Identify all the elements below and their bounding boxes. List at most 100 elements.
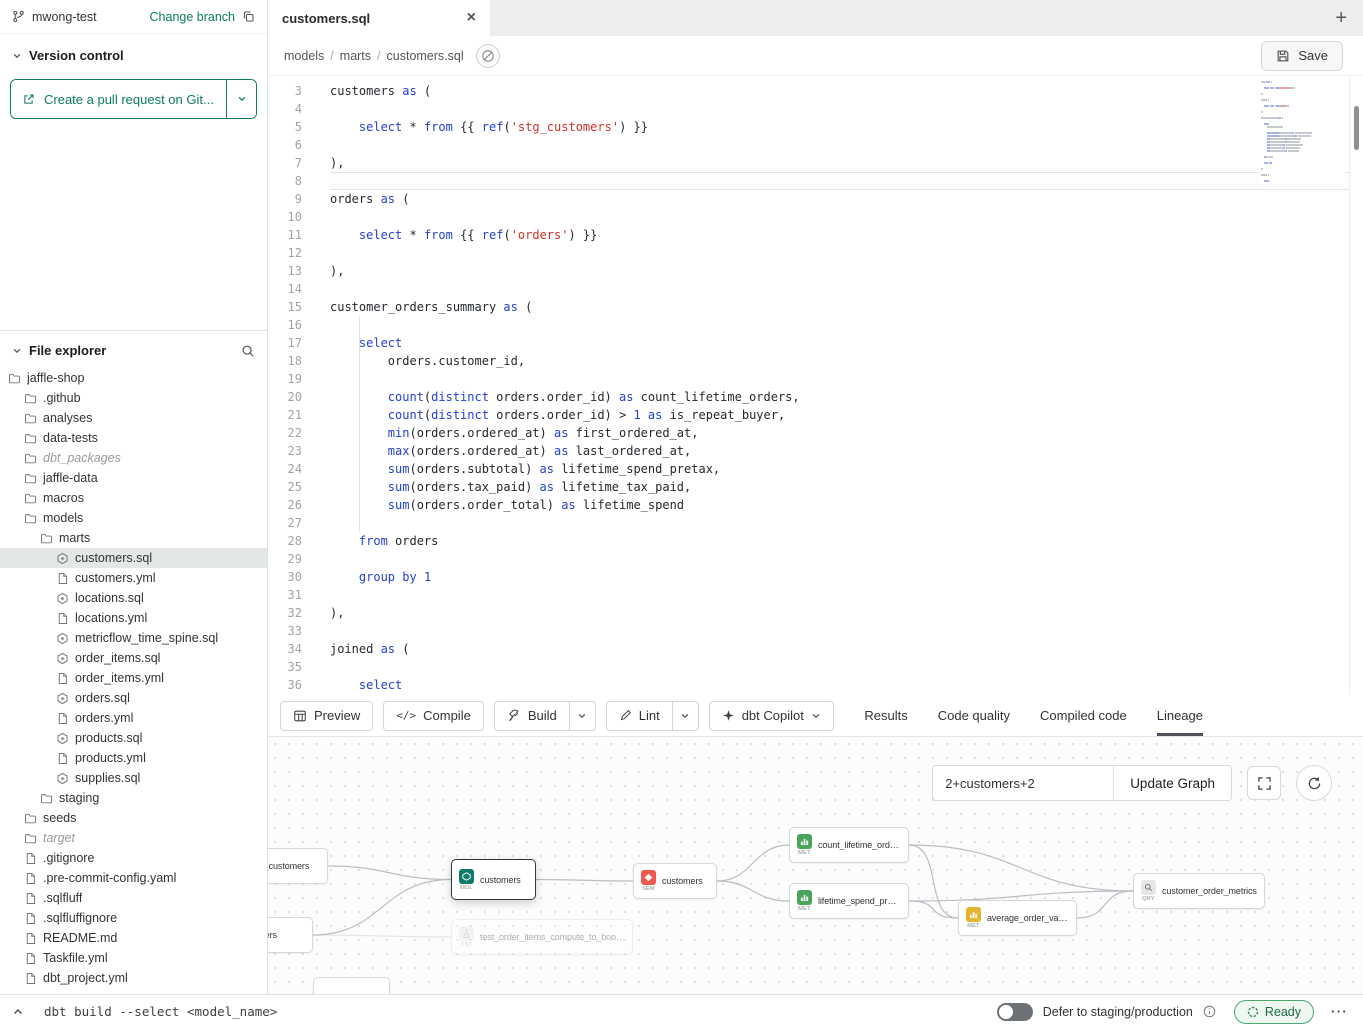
- breadcrumb-file[interactable]: customers.sql: [387, 49, 464, 63]
- lineage-node-test_node[interactable]: TSTtest_order_items_compute_to_bools...: [451, 919, 633, 955]
- save-button[interactable]: Save: [1261, 41, 1343, 71]
- tree-item-analyses[interactable]: analyses: [0, 408, 267, 428]
- defer-toggle[interactable]: [997, 1003, 1033, 1021]
- lineage-node-count_lifetime_orders[interactable]: METcount_lifetime_orders: [789, 827, 909, 863]
- dbt-copilot-button[interactable]: dbt Copilot: [709, 701, 834, 731]
- code-line-35: 35: [268, 658, 1363, 676]
- tree-item-products.yml[interactable]: products.yml: [0, 748, 267, 768]
- new-tab-button[interactable]: +: [1335, 7, 1347, 30]
- tab-customers-sql[interactable]: customers.sql ×: [268, 0, 490, 36]
- tree-item-jaffle-data[interactable]: jaffle-data: [0, 468, 267, 488]
- change-branch-link[interactable]: Change branch: [150, 10, 235, 24]
- save-label: Save: [1298, 48, 1328, 63]
- file-explorer-header[interactable]: File explorer: [0, 331, 267, 366]
- tree-item-dbt_packages[interactable]: dbt_packages: [0, 448, 267, 468]
- search-icon[interactable]: [241, 344, 255, 358]
- editor-scrollbar[interactable]: [1349, 76, 1363, 695]
- tree-item-orders.yml[interactable]: orders.yml: [0, 708, 267, 728]
- tab-results[interactable]: Results: [864, 695, 907, 736]
- lineage-node-lifetime_spend_pretax[interactable]: METlifetime_spend_pretax: [789, 883, 909, 919]
- breadcrumb-separator: /: [330, 49, 333, 63]
- tree-item-.gitignore[interactable]: .gitignore: [0, 848, 267, 868]
- fullscreen-button[interactable]: [1247, 766, 1281, 800]
- tree-item-Taskfile.yml[interactable]: Taskfile.yml: [0, 948, 267, 968]
- tree-item-products.sql[interactable]: products.sql: [0, 728, 267, 748]
- tree-item-target[interactable]: target: [0, 828, 267, 848]
- lineage-selector-input[interactable]: [933, 766, 1113, 800]
- lineage-node-orders[interactable]: MDLorders: [268, 917, 313, 953]
- collapse-console-button[interactable]: [8, 1002, 28, 1022]
- code-line-6: 6: [268, 136, 1363, 154]
- chevron-up-icon: [12, 1006, 24, 1018]
- build-label: Build: [528, 708, 557, 723]
- code-editor[interactable]: 3customers as (45 select * from {{ ref('…: [268, 76, 1363, 695]
- tree-item-order_items.sql[interactable]: order_items.sql: [0, 648, 267, 668]
- tree-item-locations.yml[interactable]: locations.yml: [0, 608, 267, 628]
- breadcrumb-marts[interactable]: marts: [340, 49, 371, 63]
- lineage-node-customers[interactable]: MDLcustomers: [451, 859, 536, 900]
- node-type-icon: MET: [797, 890, 812, 912]
- editor-minimap[interactable]: [1259, 78, 1345, 186]
- build-button[interactable]: Build: [494, 701, 570, 731]
- version-control-header[interactable]: Version control: [0, 34, 267, 73]
- tab-compiled-code[interactable]: Compiled code: [1040, 695, 1127, 736]
- pull-request-dropdown-button[interactable]: [226, 80, 256, 118]
- breadcrumb: models / marts / customers.sql: [284, 49, 464, 63]
- version-control-title: Version control: [29, 48, 124, 63]
- folder-icon: [24, 512, 37, 525]
- tree-item-.sqlfluffignore[interactable]: .sqlfluffignore: [0, 908, 267, 928]
- tree-item-.pre-commit-config.yaml[interactable]: .pre-commit-config.yaml: [0, 868, 267, 888]
- create-pull-request-label: Create a pull request on Git...: [44, 92, 214, 107]
- tree-item-macros[interactable]: macros: [0, 488, 267, 508]
- copilot-disabled-icon[interactable]: [476, 44, 500, 68]
- lineage-node-stg_customers[interactable]: MDLstg_customers: [268, 848, 328, 884]
- tree-item-README.md[interactable]: README.md: [0, 928, 267, 948]
- tree-item-seeds[interactable]: seeds: [0, 808, 267, 828]
- lint-dropdown-button[interactable]: [673, 701, 699, 731]
- preview-button[interactable]: Preview: [280, 701, 373, 731]
- code-line-20: 20 count(distinct orders.order_id) as co…: [268, 388, 1363, 406]
- code-line-3: 3customers as (: [268, 82, 1363, 100]
- lineage-node-partial_node[interactable]: [313, 977, 390, 994]
- tree-item-staging[interactable]: staging: [0, 788, 267, 808]
- tree-item-models[interactable]: models: [0, 508, 267, 528]
- compile-button[interactable]: </> Compile: [383, 701, 484, 731]
- build-dropdown-button[interactable]: [570, 701, 596, 731]
- info-icon[interactable]: [1203, 1005, 1216, 1018]
- scrollbar-thumb[interactable]: [1354, 106, 1359, 150]
- copy-branch-icon[interactable]: [242, 10, 255, 23]
- tree-item-.github[interactable]: .github: [0, 388, 267, 408]
- tab-lineage[interactable]: Lineage: [1157, 695, 1203, 736]
- tree-item-locations.sql[interactable]: locations.sql: [0, 588, 267, 608]
- lineage-panel[interactable]: MDLstg_customers MDLorders MDLcustomers SEM…: [268, 737, 1363, 994]
- create-pull-request-button[interactable]: Create a pull request on Git...: [11, 80, 226, 118]
- refresh-graph-button[interactable]: [1296, 765, 1332, 801]
- tree-item-dbt_project.yml[interactable]: dbt_project.yml: [0, 968, 267, 988]
- status-badge: Ready: [1234, 1000, 1314, 1024]
- lint-button[interactable]: Lint: [606, 701, 673, 731]
- tree-item-marts[interactable]: marts: [0, 528, 267, 548]
- tree-item-customers.sql[interactable]: customers.sql: [0, 548, 267, 568]
- tree-item-order_items.yml[interactable]: order_items.yml: [0, 668, 267, 688]
- tree-item-supplies.sql[interactable]: supplies.sql: [0, 768, 267, 788]
- update-graph-button[interactable]: Update Graph: [1113, 766, 1231, 800]
- tab-close-icon[interactable]: ×: [467, 10, 476, 26]
- tree-item-data-tests[interactable]: data-tests: [0, 428, 267, 448]
- file-tree: jaffle-shop.githubanalysesdata-testsdbt_…: [0, 366, 267, 994]
- breadcrumb-separator: /: [377, 49, 380, 63]
- tab-label: customers.sql: [282, 11, 370, 26]
- lint-label: Lint: [639, 708, 660, 723]
- tree-item-customers.yml[interactable]: customers.yml: [0, 568, 267, 588]
- lineage-node-customer_order_metrics[interactable]: QRYcustomer_order_metrics: [1133, 873, 1265, 909]
- tab-code-quality[interactable]: Code quality: [938, 695, 1010, 736]
- tree-item-orders.sql[interactable]: orders.sql: [0, 688, 267, 708]
- lineage-node-customers_sem[interactable]: SEMcustomers: [633, 863, 717, 899]
- lineage-node-average_order_value[interactable]: METaverage_order_value: [958, 900, 1077, 936]
- tree-item-metricflow_time_spine.sql[interactable]: metricflow_time_spine.sql: [0, 628, 267, 648]
- tree-item-.sqlfluff[interactable]: .sqlfluff: [0, 888, 267, 908]
- tree-item-jaffle-shop[interactable]: jaffle-shop: [0, 368, 267, 388]
- more-options-button[interactable]: ⋯: [1330, 1002, 1349, 1022]
- breadcrumb-models[interactable]: models: [284, 49, 324, 63]
- model-file-icon: [56, 732, 69, 745]
- lineage-search-group: Update Graph: [932, 765, 1232, 801]
